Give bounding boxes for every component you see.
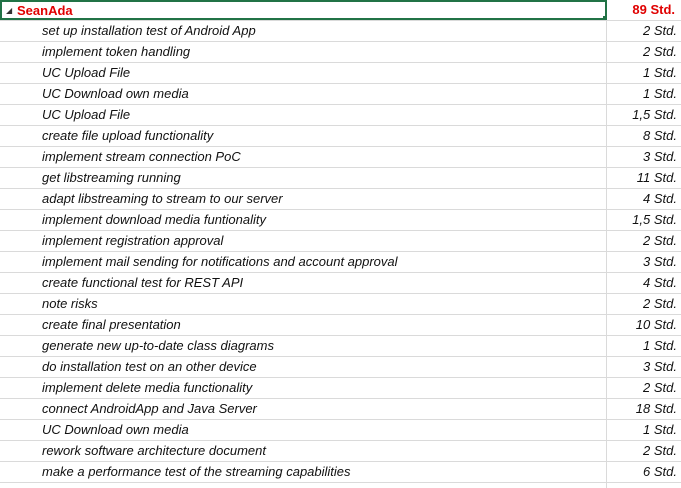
task-name-cell[interactable]: implement delete media functionality — [0, 378, 607, 398]
table-row[interactable]: connect AndroidApp and Java Server 18 Std… — [0, 399, 681, 420]
task-name-cell[interactable]: create file upload functionality — [0, 126, 607, 146]
task-hours-cell[interactable]: 3 Std. — [607, 252, 681, 272]
table-row[interactable]: implement token handling 2 Std. — [0, 42, 681, 63]
task-hours-cell[interactable]: 1,5 Std. — [607, 210, 681, 230]
table-row[interactable]: adapt libstreaming to stream to our serv… — [0, 189, 681, 210]
table-row[interactable]: UC Download own media 1 Std. — [0, 420, 681, 441]
table-row[interactable]: implement registration approval 2 Std. — [0, 231, 681, 252]
task-name-cell[interactable]: generate new up-to-date class diagrams — [0, 336, 607, 356]
task-name-cell[interactable]: UC Upload File — [0, 105, 607, 125]
table-row[interactable]: get libstreaming running 11 Std. — [0, 168, 681, 189]
table-row[interactable]: make a performance test of the streaming… — [0, 462, 681, 483]
task-name-cell[interactable]: implement download media funtionality — [0, 210, 607, 230]
task-name-cell[interactable]: implement registration approval — [0, 231, 607, 251]
table-row[interactable]: do installation test on an other device 3… — [0, 357, 681, 378]
task-hours-cell[interactable] — [607, 483, 681, 488]
task-hours-cell[interactable]: 1,5 Std. — [607, 105, 681, 125]
task-hours-cell[interactable]: 2 Std. — [607, 42, 681, 62]
task-name-cell[interactable]: UC Download own media — [0, 84, 607, 104]
table-row[interactable]: implement mail sending for notifications… — [0, 252, 681, 273]
group-total-cell[interactable]: 89 Std. — [607, 0, 681, 20]
task-list: set up installation test of Android App 2… — [0, 21, 681, 488]
table-row[interactable]: set up installation test of Android App 2… — [0, 21, 681, 42]
group-header-row[interactable]: ◢ SeanAda 89 Std. — [0, 0, 681, 21]
task-name-cell[interactable]: UC Upload File — [0, 63, 607, 83]
task-hours-cell[interactable]: 1 Std. — [607, 420, 681, 440]
task-name-cell[interactable]: adapt libstreaming to stream to our serv… — [0, 189, 607, 209]
task-hours-cell[interactable]: 2 Std. — [607, 378, 681, 398]
table-row[interactable]: implement download media funtionality 1,5… — [0, 210, 681, 231]
table-row[interactable]: implement delete media functionality 2 St… — [0, 378, 681, 399]
pivot-table: ◢ SeanAda 89 Std. set up installation tes… — [0, 0, 681, 488]
task-name-cell[interactable]: implement mail sending for notifications… — [0, 252, 607, 272]
task-hours-cell[interactable]: 1 Std. — [607, 84, 681, 104]
task-hours-cell[interactable]: 1 Std. — [607, 336, 681, 356]
task-name-cell[interactable]: do installation test on an other device — [0, 357, 607, 377]
table-row[interactable]: create final presentation 10 Std. — [0, 315, 681, 336]
task-name-cell[interactable]: connect AndroidApp and Java Server — [0, 399, 607, 419]
table-row[interactable]: generate new up-to-date class diagrams 1 … — [0, 336, 681, 357]
task-name-cell[interactable]: implement stream connection PoC — [0, 147, 607, 167]
task-hours-cell[interactable]: 4 Std. — [607, 189, 681, 209]
task-name-cell[interactable]: note risks — [0, 294, 607, 314]
group-name: SeanAda — [17, 3, 73, 18]
table-row[interactable]: create file upload functionality 8 Std. — [0, 126, 681, 147]
task-hours-cell[interactable]: 18 Std. — [607, 399, 681, 419]
task-hours-cell[interactable]: 8 Std. — [607, 126, 681, 146]
task-name-cell[interactable]: create functional test for REST API — [0, 273, 607, 293]
table-row[interactable]: note risks 2 Std. — [0, 294, 681, 315]
task-name-cell[interactable]: set up installation test of Android App — [0, 21, 607, 41]
task-hours-cell[interactable]: 2 Std. — [607, 231, 681, 251]
task-hours-cell[interactable]: 1 Std. — [607, 63, 681, 83]
task-hours-cell[interactable]: 4 Std. — [607, 273, 681, 293]
table-row[interactable]: create functional test for REST API 4 Std… — [0, 273, 681, 294]
table-row[interactable]: UC Upload File 1 Std. — [0, 63, 681, 84]
task-name-cell[interactable] — [0, 483, 607, 488]
task-name-cell[interactable]: implement token handling — [0, 42, 607, 62]
task-name-cell[interactable]: UC Download own media — [0, 420, 607, 440]
task-hours-cell[interactable]: 3 Std. — [607, 357, 681, 377]
task-name-cell[interactable]: rework software architecture document — [0, 441, 607, 461]
task-hours-cell[interactable]: 11 Std. — [607, 168, 681, 188]
task-hours-cell[interactable]: 3 Std. — [607, 147, 681, 167]
table-row[interactable]: implement stream connection PoC 3 Std. — [0, 147, 681, 168]
task-hours-cell[interactable]: 2 Std. — [607, 294, 681, 314]
table-row[interactable]: UC Upload File 1,5 Std. — [0, 105, 681, 126]
task-hours-cell[interactable]: 10 Std. — [607, 315, 681, 335]
task-name-cell[interactable]: make a performance test of the streaming… — [0, 462, 607, 482]
collapse-icon[interactable]: ◢ — [6, 2, 14, 18]
group-name-cell[interactable]: ◢ SeanAda — [0, 0, 607, 20]
task-hours-cell[interactable]: 6 Std. — [607, 462, 681, 482]
fill-handle[interactable] — [602, 15, 605, 18]
table-row[interactable]: UC Download own media 1 Std. — [0, 84, 681, 105]
task-hours-cell[interactable]: 2 Std. — [607, 441, 681, 461]
table-row[interactable]: rework software architecture document 2 S… — [0, 441, 681, 462]
table-row[interactable] — [0, 483, 681, 488]
task-hours-cell[interactable]: 2 Std. — [607, 21, 681, 41]
task-name-cell[interactable]: get libstreaming running — [0, 168, 607, 188]
task-name-cell[interactable]: create final presentation — [0, 315, 607, 335]
